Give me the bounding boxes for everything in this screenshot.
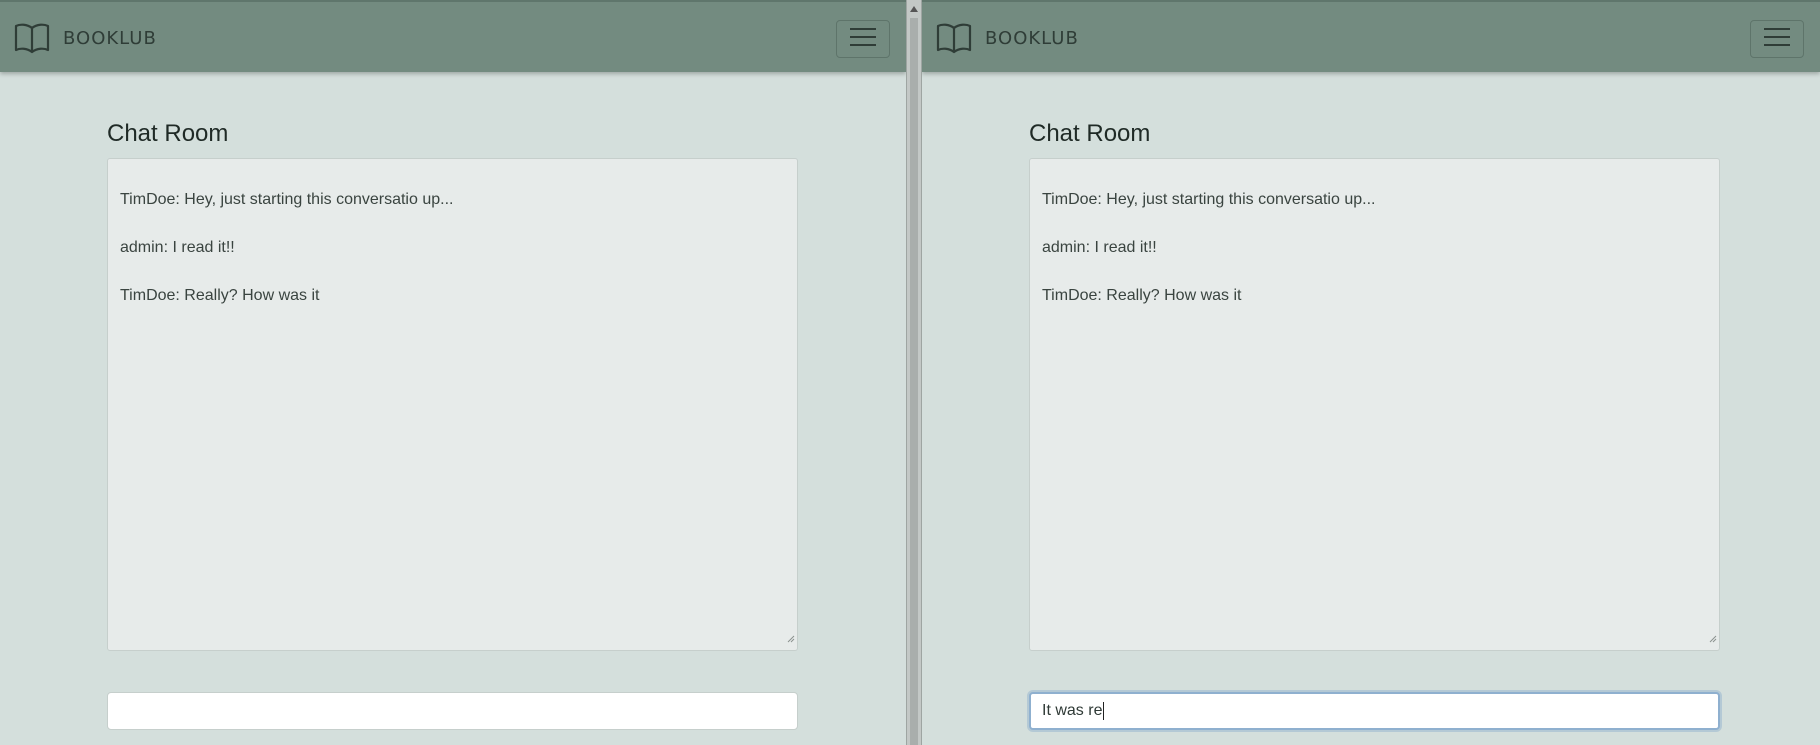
chat-message: admin: I read it!! [1042,239,1157,256]
navbar: BOOKLUB [922,0,1820,72]
brand-link[interactable]: BOOKLUB [14,22,157,54]
chat-log[interactable]: TimDoe: Hey, just starting this conversa… [1029,158,1720,651]
right-browser-window: BOOKLUB Chat Room TimDoe: Hey, just star… [922,0,1820,745]
resize-grip-icon[interactable] [1709,630,1717,648]
chat-message: admin: I read it!! [120,239,235,256]
menu-toggle-button[interactable] [836,20,890,58]
resize-grip-icon[interactable] [787,630,795,648]
chat-message: TimDoe: Really? How was it [120,287,320,304]
left-browser-window: BOOKLUB Chat Room TimDoe: Hey, just star… [0,0,906,745]
brand-name: BOOKLUB [63,27,157,49]
message-input[interactable] [107,692,798,730]
chat-log[interactable]: TimDoe: Hey, just starting this conversa… [107,158,798,651]
scrollbar-thumb[interactable] [910,18,918,745]
window-splitter[interactable] [906,0,922,745]
brand-link[interactable]: BOOKLUB [936,22,1079,54]
open-book-icon [14,22,50,54]
hamburger-menu-icon [850,27,876,52]
chat-message: TimDoe: Hey, just starting this conversa… [120,191,454,208]
navbar: BOOKLUB [0,0,906,72]
message-input-value: It was re [1042,702,1103,719]
open-book-icon [936,22,972,54]
scroll-up-arrow-icon[interactable] [910,6,918,12]
text-caret [1103,702,1105,720]
chat-room-title: Chat Room [1029,120,1151,147]
chat-message: TimDoe: Hey, just starting this conversa… [1042,191,1376,208]
menu-toggle-button[interactable] [1750,20,1804,58]
message-input[interactable]: It was re [1029,692,1720,730]
chat-message: TimDoe: Really? How was it [1042,287,1242,304]
chat-room-title: Chat Room [107,120,229,147]
hamburger-menu-icon [1764,27,1790,52]
brand-name: BOOKLUB [985,27,1079,49]
